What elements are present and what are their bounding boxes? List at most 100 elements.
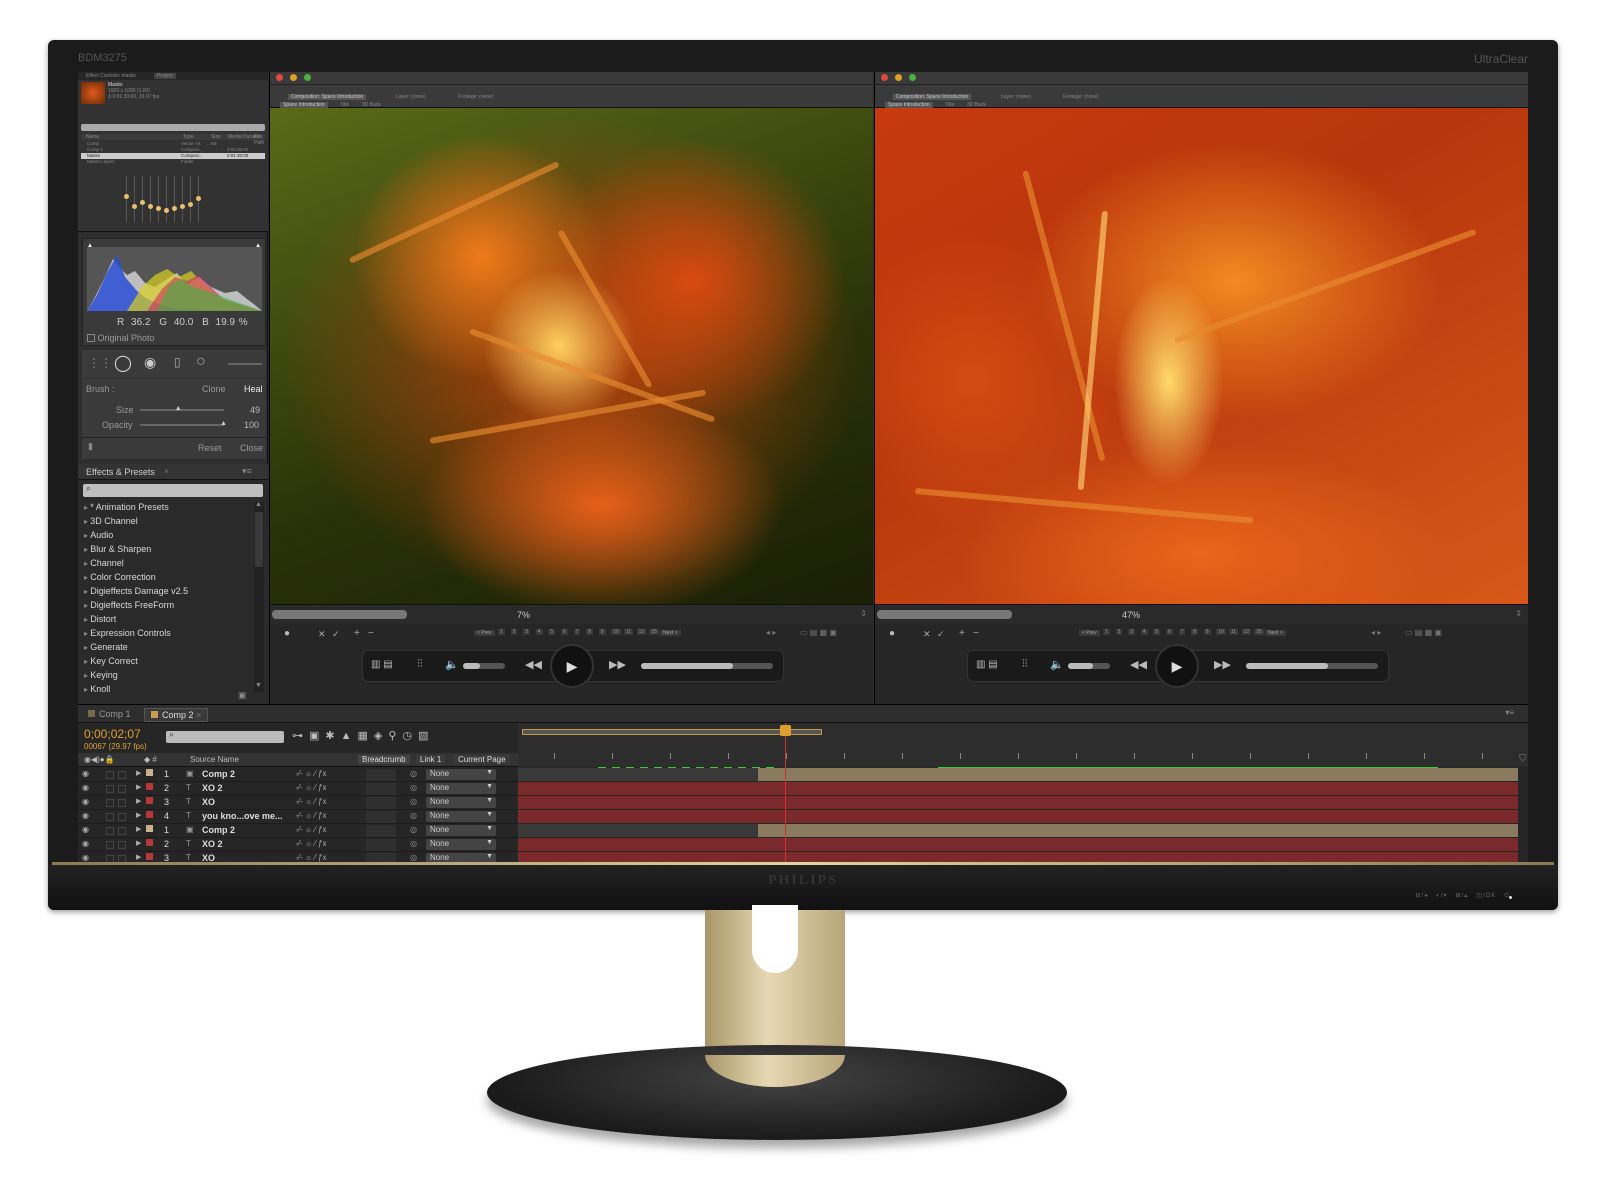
page-number-button[interactable]: 2 [1115,629,1123,635]
layer-duration-bar[interactable] [518,768,1518,781]
page-number-button[interactable]: 7 [1178,629,1186,635]
level-knob[interactable] [172,206,177,211]
effect-category[interactable]: Key Correct [84,656,138,670]
viewer-scrollbar[interactable]: 7% ⇕ [270,604,873,624]
next-button[interactable]: Next > [660,630,681,636]
toggle-switch-icon[interactable]: ▮ [88,441,93,452]
page-number-button[interactable]: 10 [1216,629,1226,635]
tab-footage[interactable]: Footage: (none) [458,94,494,100]
playhead-handle[interactable] [780,725,791,736]
breadcrumb-cell[interactable] [366,783,396,795]
page-number-button[interactable]: 5 [548,629,556,635]
close-window-icon[interactable] [276,74,283,81]
layer-switches-icon[interactable]: -⁄- ☼ ⁄ ƒx [296,825,326,834]
page-number-button[interactable]: 7 [573,629,581,635]
layer-name[interactable]: XO 2 [202,839,223,849]
composition-image[interactable] [875,108,1528,604]
graph-editor-icon[interactable]: ⚲ [388,730,402,742]
page-number-button[interactable]: 12 [1241,629,1252,635]
draft-3d-icon[interactable]: ▣ [309,730,325,742]
visibility-eye-icon[interactable]: ◉ [82,811,89,820]
volume-icon[interactable]: 🔈 [1050,658,1064,671]
layer-name[interactable]: Comp 2 [202,769,235,779]
lock-toggle[interactable] [118,813,126,821]
level-knob[interactable] [140,200,145,205]
tab-composition[interactable]: Composition: Space Introduction [288,94,367,100]
effect-category[interactable]: Distort [84,614,116,628]
filmstrip-icon[interactable]: ▥ ▤ [976,659,998,670]
motion-blur-icon[interactable]: ▦ [358,730,374,742]
panel-menu-icon[interactable]: ▾≡ [242,466,252,477]
page-number-button[interactable]: 10 [611,629,621,635]
solo-toggle[interactable] [106,813,114,821]
expand-arrow-icon[interactable]: ▶ [136,839,141,847]
page-number-button[interactable]: 8 [1191,629,1198,635]
check-icon[interactable]: ✓ [937,629,945,640]
col-name[interactable]: Name [86,134,99,140]
tool-slider[interactable] [228,363,262,365]
level-knob[interactable] [196,196,201,201]
col-breadcrumb[interactable]: Breadcrumb [358,755,410,764]
resize-icon[interactable]: ⇕ [1515,609,1522,618]
lock-toggle[interactable] [118,841,126,849]
breadcrumb-cell[interactable] [366,811,396,823]
visibility-eye-icon[interactable]: ◉ [82,783,89,792]
effect-category[interactable]: Expression Controls [84,628,171,642]
label-color-swatch[interactable] [146,853,153,860]
brainstorm-icon[interactable]: ◈ [374,730,388,742]
nav-arrows-icon[interactable]: ◂ ▸ [1371,628,1381,637]
page-number-button[interactable]: 6 [1166,629,1173,635]
volume-slider[interactable] [463,663,505,669]
play-button[interactable]: ▶ [1155,644,1199,688]
remove-icon[interactable]: − [368,628,374,639]
layer-name[interactable]: Comp 2 [202,825,235,835]
play-button[interactable]: ▶ [550,644,594,688]
clone-button[interactable]: Clone [202,384,226,394]
label-icon[interactable]: ◆ # [144,755,157,764]
original-photo-toggle[interactable]: Original Photo [87,333,155,343]
effect-category[interactable]: Knoll [84,684,110,698]
label-color-swatch[interactable] [146,825,153,832]
time-ruler[interactable]: ⛉ [518,723,1528,769]
page-number-button[interactable]: 11 [624,629,634,635]
layer-row[interactable]: ◉ ▶ 4 Tyou kno...ove me... -⁄- ☼ ⁄ ƒx ◎ None ▼ [78,810,518,824]
level-knob[interactable] [132,204,137,209]
frame-blending-icon[interactable]: ▲ [341,730,358,742]
pickwhip-icon[interactable]: ◎ [410,769,417,778]
checkbox-icon[interactable] [87,334,95,342]
effects-title[interactable]: Effects & Presets [86,467,155,477]
page-number-button[interactable]: 9 [598,629,606,635]
progress-slider[interactable] [641,663,773,669]
page-number-button[interactable]: 3 [1128,629,1135,635]
page-number-button[interactable]: 25 [649,629,659,635]
layer-name[interactable]: you kno...ove me... [202,811,283,821]
layer-duration-bar[interactable] [518,782,1518,795]
effect-category[interactable]: Generate [84,642,128,656]
label-color-swatch[interactable] [146,839,153,846]
layer-switches-icon[interactable]: -⁄- ☼ ⁄ ƒx [296,811,326,820]
col-link[interactable]: Link 1 [416,755,446,764]
pickwhip-icon[interactable]: ◎ [410,797,417,806]
adjustment-brush-icon[interactable]: ○ [196,353,206,371]
visibility-eye-icon[interactable]: ◉ [82,797,89,806]
cancel-icon[interactable]: ✕ [318,629,326,640]
render-icon[interactable]: ▧ [418,730,434,742]
page-number-button[interactable]: 8 [586,629,593,635]
layer-row[interactable]: ◉ ▶ 1 ▣ Comp 2 -⁄- ☼ ⁄ ƒx ◎ None ▼ [78,824,518,838]
parent-dropdown[interactable]: None ▼ [426,783,496,794]
layer-duration-bar[interactable] [518,796,1518,809]
tab-layer[interactable]: Layer: (none) [1001,94,1031,100]
layer-row[interactable]: ◉ ▶ 2 T XO 2 -⁄- ☼ ⁄ ƒx ◎ None ▼ [78,782,518,796]
rewind-icon[interactable]: ◀◀ [1130,658,1147,671]
timeline-search-input[interactable]: ⌕ [166,729,284,743]
effect-category[interactable]: * Animation Presets [84,502,169,516]
opacity-slider[interactable]: ▲ [140,420,227,427]
effect-category[interactable]: Audio [84,530,113,544]
pickwhip-icon[interactable]: ◎ [410,853,417,862]
reset-button[interactable]: Reset [198,443,222,453]
effect-category[interactable]: Digieffects FreeForm [84,600,174,614]
label-color-swatch[interactable] [146,811,153,818]
page-number-button[interactable]: 3 [523,629,530,635]
pickwhip-icon[interactable]: ◎ [410,825,417,834]
spot-removal-icon[interactable]: ◯ [114,353,132,373]
